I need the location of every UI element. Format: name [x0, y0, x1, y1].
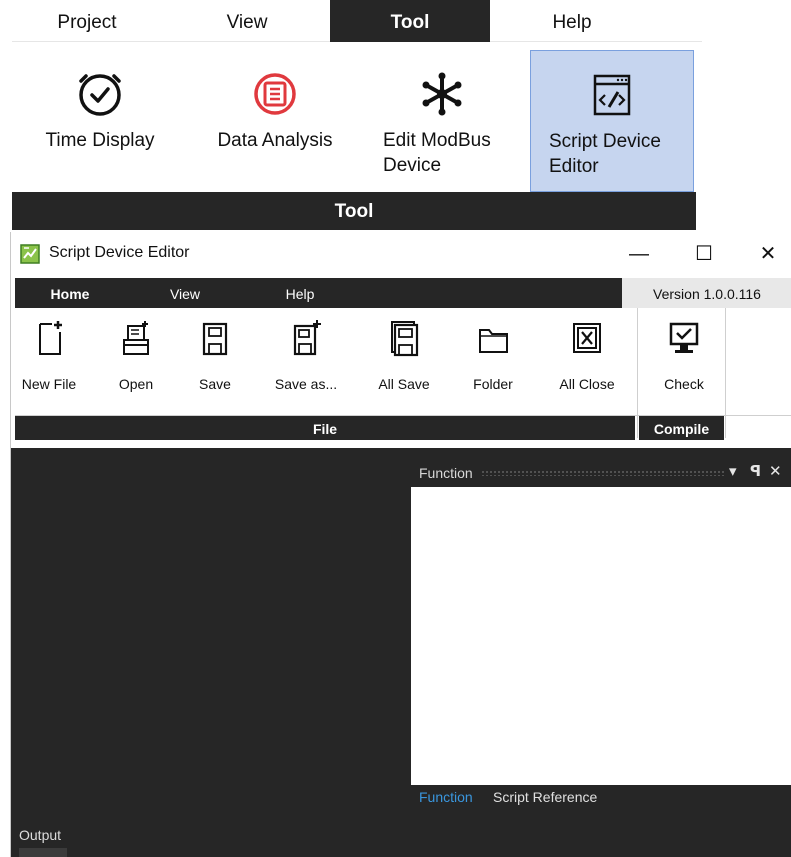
all-save-label: All Save [378, 376, 430, 392]
menu-tab-tool[interactable]: Tool [330, 0, 490, 42]
tool-ribbon: Time Display Data Analysis Edit ModBus D… [12, 42, 702, 192]
panel-dropdown-icon[interactable]: ▾ [729, 463, 737, 481]
check-button[interactable]: Check [649, 314, 719, 394]
window-title: Script Device Editor [49, 244, 190, 261]
compile-group-label: Compile [639, 416, 724, 440]
function-panel-title: Function [419, 465, 473, 481]
function-panel: Function ▾ ꟼ ✕ Function Script Reference [409, 459, 791, 805]
tab-home[interactable]: Home [25, 278, 115, 308]
menu-tab-project[interactable]: Project [12, 0, 162, 42]
tab-script-reference[interactable]: Script Reference [493, 789, 597, 805]
output-tab-marker [19, 848, 67, 857]
function-list-area[interactable] [411, 487, 791, 785]
data-analysis-button[interactable]: Data Analysis [200, 50, 350, 192]
new-file-button[interactable]: New File [19, 314, 79, 394]
tab-view[interactable]: View [145, 278, 225, 308]
new-file-icon [39, 321, 62, 355]
time-display-label: Time Display [45, 130, 155, 151]
tab-help[interactable]: Help [260, 278, 340, 308]
save-button[interactable]: Save [191, 314, 239, 394]
title-bar: Script Device Editor — ☐ ✕ [11, 232, 791, 276]
all-save-icon [391, 321, 419, 357]
script-device-editor-label: Script Device Editor [549, 131, 661, 177]
all-save-button[interactable]: All Save [375, 314, 433, 394]
asterisk-icon [422, 72, 462, 116]
script-editor-icon [593, 74, 631, 116]
panel-close-icon[interactable]: ✕ [769, 463, 782, 481]
open-label: Open [118, 376, 154, 392]
editor-tab-bar: Home View Help Version 1.0.0.116 [15, 278, 791, 308]
minimize-button[interactable]: — [620, 238, 658, 270]
data-analysis-label: Data Analysis [217, 130, 333, 151]
all-close-icon [573, 323, 601, 353]
tool-group-label: Tool [12, 192, 696, 230]
save-as-button[interactable]: Save as... [267, 314, 345, 394]
menu-tab-help[interactable]: Help [502, 0, 642, 42]
file-group-label: File [15, 416, 635, 440]
open-icon [123, 321, 149, 355]
ribbon-separator [637, 308, 638, 438]
app-icon [20, 244, 40, 264]
all-close-button[interactable]: All Close [551, 314, 623, 394]
menu-tab-view[interactable]: View [172, 0, 322, 42]
all-close-label: All Close [559, 376, 615, 392]
edit-modbus-device-button[interactable]: Edit ModBus Device [372, 50, 512, 192]
time-display-button[interactable]: Time Display [30, 50, 170, 192]
edit-modbus-device-label: Edit ModBus Device [383, 130, 491, 176]
folder-label: Folder [473, 376, 513, 392]
ribbon-separator-compile [725, 308, 726, 438]
save-icon [202, 322, 228, 356]
output-panel-label[interactable]: Output [19, 827, 61, 843]
list-circle-icon [254, 73, 296, 115]
new-file-label: New File [21, 376, 77, 392]
save-label: Save [199, 376, 231, 392]
open-button[interactable]: Open [111, 314, 161, 394]
maximize-button[interactable]: ☐ [685, 238, 723, 270]
folder-button[interactable]: Folder [461, 314, 525, 394]
script-device-editor-button[interactable]: Script Device Editor [530, 50, 694, 192]
tab-function[interactable]: Function [419, 789, 473, 805]
folder-icon [479, 329, 508, 353]
pin-icon[interactable]: ꟼ [750, 463, 761, 481]
editor-workspace: Function ▾ ꟼ ✕ Function Script Reference… [11, 448, 791, 857]
save-as-label: Save as... [274, 376, 338, 392]
clock-icon [79, 74, 121, 116]
home-ribbon: New File Open Save Save as... All Save F… [15, 308, 791, 438]
function-panel-header[interactable]: Function ▾ ꟼ ✕ [409, 459, 791, 487]
close-button[interactable]: ✕ [749, 238, 787, 270]
script-device-editor-window: Script Device Editor — ☐ ✕ Home View Hel… [10, 232, 791, 857]
panel-drag-grip[interactable] [481, 470, 726, 476]
save-as-icon [293, 320, 321, 356]
version-label: Version 1.0.0.116 [622, 278, 791, 308]
main-menu-bar: Project View Tool Help [12, 0, 702, 42]
check-monitor-icon [669, 322, 699, 353]
check-label: Check [664, 376, 704, 392]
